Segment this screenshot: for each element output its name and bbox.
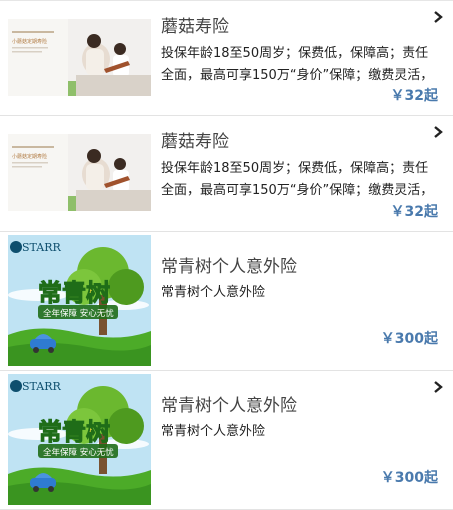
thumb-slogan: 全年保障 安心无忧 [43,308,114,319]
product-item-evergreen-accident-1[interactable]: STARR 常青树 全年保障 安心无忧 常青树个人意外险 常青树个人意外险 ￥3… [0,232,453,371]
thumb-brand-text: STARR [22,241,61,254]
thumb-brand-text: 小蘑菇定期寿险 [12,38,47,45]
thumb-slogan: 全年保障 安心无忧 [43,447,114,458]
chevron-right-icon[interactable] [433,126,443,138]
product-thumbnail[interactable]: STARR 常青树 全年保障 安心无忧 [8,235,151,366]
thumb-headline: 常青树 [38,418,110,446]
thumb-brand-text: 小蘑菇定期寿险 [12,153,47,160]
product-thumbnail[interactable]: STARR 常青树 全年保障 安心无忧 [8,374,151,505]
product-description: 常青树个人意外险 [161,285,266,300]
product-item-evergreen-accident-2[interactable]: STARR 常青树 全年保障 安心无忧 常青树个人意外险 常青树个人意外险 ￥3… [0,371,453,510]
chevron-right-icon[interactable] [433,381,443,393]
product-description: 投保年龄18至50周岁；保费低，保障高；责任全面，最高可享150万“身价”保障；… [161,46,434,83]
product-price: ￥32起 [390,88,438,104]
product-price: ￥300起 [380,470,438,486]
product-price: ￥32起 [390,204,438,220]
product-price: ￥300起 [380,331,438,347]
product-title[interactable]: 常青树个人意外险 [161,391,297,416]
product-list: 小蘑菇定期寿险 蘑菇寿险 投保年龄18至50周岁；保费低，保障高；责任全面，最高… [0,0,453,510]
product-item-mushroom-life-2[interactable]: 小蘑菇定期寿险 蘑菇寿险 投保年龄18至50周岁；保费低，保障高；责任全面，最高… [0,116,453,232]
product-thumbnail[interactable]: 小蘑菇定期寿险 [8,134,151,211]
product-title[interactable]: 常青树个人意外险 [161,252,297,277]
product-title[interactable]: 蘑菇寿险 [161,12,229,37]
product-thumbnail[interactable]: 小蘑菇定期寿险 [8,19,151,96]
product-item-mushroom-life-1[interactable]: 小蘑菇定期寿险 蘑菇寿险 投保年龄18至50周岁；保费低，保障高；责任全面，最高… [0,0,453,116]
product-description: 投保年龄18至50周岁；保费低，保障高；责任全面，最高可享150万“身价”保障；… [161,161,434,198]
chevron-right-icon[interactable] [433,11,443,23]
thumb-headline: 常青树 [38,279,110,307]
product-description: 常青树个人意外险 [161,424,266,439]
thumb-brand-text: STARR [22,380,61,393]
product-title[interactable]: 蘑菇寿险 [161,127,229,152]
